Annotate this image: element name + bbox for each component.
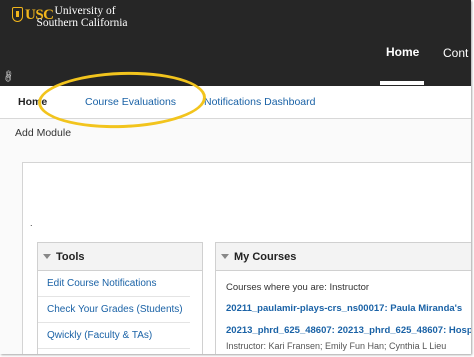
link-icon[interactable]: 🔗︎ (1, 69, 17, 85)
app-frame: USC University of Southern California Ho… (0, 0, 471, 354)
module-tab-bar: Home Course Evaluations Notifications Da… (0, 86, 471, 119)
collapse-triangle-icon[interactable] (221, 254, 229, 259)
my-courses-body: Courses where you are: Instructor 20211_… (216, 271, 471, 351)
tab-home[interactable]: Home (18, 96, 47, 108)
usc-logo[interactable]: USC University of Southern California (12, 5, 128, 29)
course-link[interactable]: 20213_phrd_625_48607: 20213_phrd_625_486… (226, 325, 471, 336)
my-courses-panel-header[interactable]: My Courses (216, 243, 471, 271)
nav-tab-content[interactable]: Cont (443, 46, 468, 60)
usc-seal-icon (12, 7, 23, 22)
tool-edit-course-notifications[interactable]: Edit Course Notifications (38, 271, 190, 297)
collapse-triangle-icon[interactable] (43, 254, 51, 259)
logo-line-2: Southern California (36, 17, 128, 29)
tools-panel: Tools Edit Course Notifications Check Yo… (37, 242, 203, 354)
tools-title: Tools (56, 250, 85, 263)
tab-course-evaluations[interactable]: Course Evaluations (85, 96, 176, 108)
courses-role-label: Courses where you are: Instructor (226, 282, 370, 293)
tool-qwickly[interactable]: Qwickly (Faculty & TAs) (38, 323, 190, 349)
tool-check-your-grades[interactable]: Check Your Grades (Students) (38, 297, 190, 323)
logo-wordmark: University of Southern California (37, 5, 128, 29)
tools-panel-header[interactable]: Tools (38, 243, 202, 271)
course-link[interactable]: 20211_paulamir-plays-crs_ns00017: Paula … (226, 303, 471, 314)
my-courses-title: My Courses (234, 250, 297, 263)
tab-notifications-dashboard[interactable]: Notifications Dashboard (204, 96, 315, 108)
my-courses-panel: My Courses Courses where you are: Instru… (215, 242, 471, 354)
add-module-button[interactable]: Add Module (15, 127, 71, 139)
nav-tab-home[interactable]: Home (386, 45, 419, 59)
nav-active-indicator (380, 81, 424, 85)
logo-line-1: University of (54, 5, 116, 17)
course-instructors: Instructor: Kari Fransen; Emily Fun Han;… (226, 341, 447, 351)
module-area-dot: . (30, 218, 33, 228)
top-header: USC University of Southern California Ho… (0, 0, 471, 86)
